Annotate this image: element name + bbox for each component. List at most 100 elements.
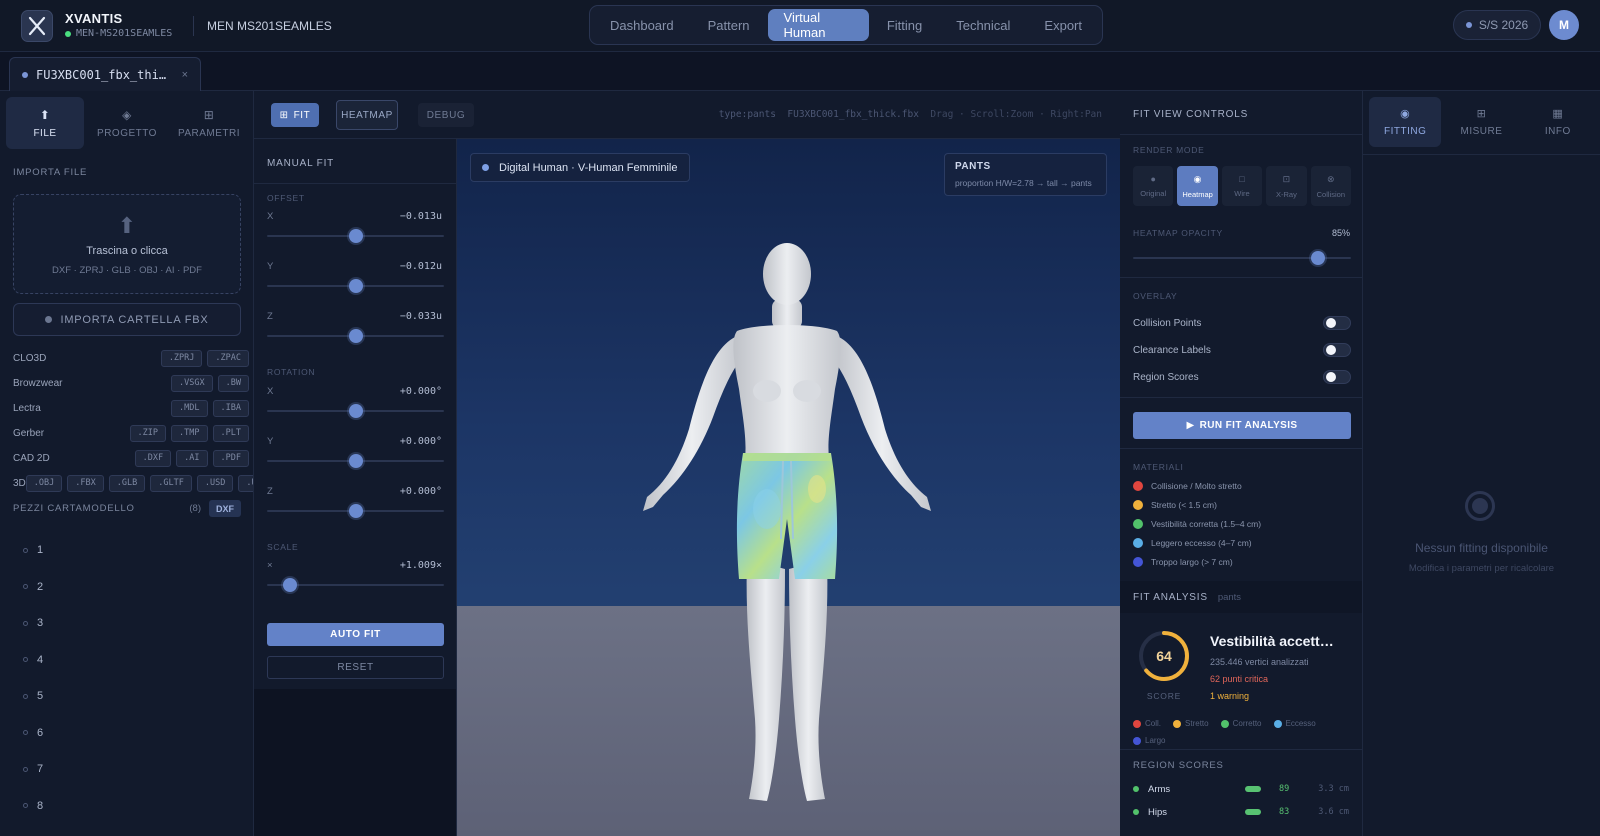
pattern-piece-item[interactable]: 3 <box>23 617 43 629</box>
slider-thumb[interactable] <box>1311 251 1326 265</box>
toolbar-info-hint: Drag · Scroll:Zoom · Right:Pan <box>930 109 1102 120</box>
format-badge[interactable]: .VSGX <box>171 374 213 392</box>
fit-legend-item: Eccesso <box>1273 719 1316 728</box>
tab-file[interactable]: ⬆ FILE <box>6 97 84 149</box>
pattern-piece-item[interactable]: 5 <box>23 690 43 702</box>
file-tab[interactable]: FU3XBC001_fbx_thi… × <box>9 57 201 91</box>
pattern-piece-item[interactable]: 6 <box>23 727 43 739</box>
nav-tab-virtual-human[interactable]: Virtual Human <box>767 9 869 41</box>
nav-tab-export[interactable]: Export <box>1028 9 1098 41</box>
scale-axis-value: +1.009× <box>399 560 442 571</box>
user-avatar[interactable]: M <box>1549 10 1579 40</box>
format-badge[interactable]: .GLTF <box>150 474 192 492</box>
auto-fit-button[interactable]: AUTO FIT <box>267 623 444 646</box>
region-score-bar <box>1245 809 1261 815</box>
format-badge[interactable]: .AI <box>176 449 208 467</box>
rotation-slider[interactable] <box>267 454 444 468</box>
render-mode-label: RENDER MODE <box>1133 145 1205 155</box>
pattern-piece-item[interactable]: 2 <box>23 581 43 593</box>
format-badge[interactable]: .DXF <box>134 449 172 467</box>
pattern-piece-item[interactable]: 1 <box>23 544 43 556</box>
render-mode-x-ray[interactable]: ⊡ X-Ray <box>1266 166 1307 206</box>
rotation-slider[interactable] <box>267 504 444 518</box>
side-panel-tabs: ◉ FITTING ⊞ MISURE ▦ INFO <box>1369 97 1594 147</box>
avatar-label: Digital Human · V-Human Femminile <box>470 153 690 182</box>
fit-mode-button[interactable]: ⊞ FIT <box>271 103 319 127</box>
pieces-dxf-badge[interactable]: DXF <box>209 500 241 517</box>
rotation-slider[interactable] <box>267 404 444 418</box>
format-badge[interactable]: .IBA <box>212 399 249 417</box>
tab-parametri[interactable]: ⊞ PARAMETRI <box>170 97 248 149</box>
format-badge[interactable]: .MDL <box>171 399 208 417</box>
offset-slider[interactable] <box>267 229 444 243</box>
overlay-toggle[interactable] <box>1323 316 1351 330</box>
region-clearance: 3.3 cm <box>1318 784 1349 794</box>
render-mode-icon: ⊗ <box>1327 173 1335 184</box>
tab-info[interactable]: ▦ INFO <box>1522 97 1594 147</box>
material-legend-item: Troppo largo (> 7 cm) <box>1133 557 1233 567</box>
tab-progetto[interactable]: ◈ PROGETTO <box>88 97 166 149</box>
legend-color-dot <box>1133 500 1143 510</box>
virtual-human-figure[interactable] <box>617 239 957 819</box>
nav-tab-technical[interactable]: Technical <box>940 9 1026 41</box>
slider-thumb[interactable] <box>348 404 363 418</box>
format-row: Gerber .ZIP .TMP .PLT <box>13 424 249 442</box>
format-badge[interactable]: .GLB <box>108 474 146 492</box>
slider-thumb[interactable] <box>348 279 363 293</box>
format-badge[interactable]: .BW <box>217 374 249 392</box>
material-legend-item: Vestibilità corretta (1.5–4 cm) <box>1133 519 1261 529</box>
slider-thumb[interactable] <box>348 504 363 518</box>
tab-fitting[interactable]: ◉ FITTING <box>1369 97 1442 147</box>
slider-thumb[interactable] <box>348 454 363 468</box>
format-badge[interactable]: .TMP <box>171 424 208 442</box>
format-badge[interactable]: .OBJ <box>25 474 63 492</box>
pattern-piece-item[interactable]: 8 <box>23 800 43 812</box>
format-badge[interactable]: .ZPRJ <box>160 349 203 367</box>
reset-button[interactable]: RESET <box>267 656 444 679</box>
empty-state-subtitle: Modifica i parametri per ricalcolare <box>1408 563 1555 574</box>
fitting-side-panel: ◉ FITTING ⊞ MISURE ▦ INFO Nessun fitting disp… <box>1363 91 1600 836</box>
slider-thumb[interactable] <box>348 329 363 343</box>
format-badge[interactable]: .USD <box>238 474 253 492</box>
pattern-piece-item[interactable]: 4 <box>23 654 43 666</box>
tab-misure[interactable]: ⊞ MISURE <box>1445 97 1517 147</box>
close-icon[interactable]: × <box>182 69 188 81</box>
format-badge[interactable]: .FBX <box>67 474 104 492</box>
overlay-row: Collision Points <box>1133 315 1351 331</box>
format-badge[interactable]: .PLT <box>212 424 249 442</box>
format-badge[interactable]: .ZPAC <box>207 349 249 367</box>
nav-tab-dashboard[interactable]: Dashboard <box>594 9 690 41</box>
pattern-piece-label: 7 <box>37 763 44 775</box>
scale-slider[interactable] <box>267 578 444 592</box>
format-badge[interactable]: .PDF <box>212 449 249 467</box>
pattern-piece-item[interactable]: 7 <box>23 763 43 775</box>
material-label: Troppo largo (> 7 cm) <box>1151 557 1233 567</box>
offset-slider[interactable] <box>267 329 444 343</box>
heatmap-button[interactable]: HEATMAP <box>336 100 398 130</box>
format-badge[interactable]: .USD <box>196 474 234 492</box>
render-mode-collision[interactable]: ⊗ Collision <box>1310 166 1352 206</box>
debug-button[interactable]: DEBUG <box>418 103 474 127</box>
file-dropzone[interactable]: ⬆ Trascina o clicca DXF · ZPRJ · GLB · O… <box>13 194 241 294</box>
import-fbx-folder-button[interactable]: IMPORTA CARTELLA FBX <box>13 303 241 336</box>
overlay-toggle[interactable] <box>1323 370 1351 384</box>
viewport-toolbar: ⊞ FIT HEATMAP DEBUG type:pants FU3XBC001… <box>254 91 1120 139</box>
heatmap-opacity-slider[interactable] <box>1133 251 1351 265</box>
format-badge[interactable]: .ZIP <box>129 424 167 442</box>
fit-legend-label: Stretto <box>1185 719 1209 728</box>
rotation-axis-value: +0.000° <box>399 386 442 397</box>
season-selector[interactable]: S/S 2026 <box>1453 10 1541 40</box>
file-tab-name: FU3XBC001_fbx_thi… <box>36 67 167 82</box>
overlay-toggle[interactable] <box>1323 343 1351 357</box>
nav-tab-pattern[interactable]: Pattern <box>692 9 766 41</box>
slider-thumb[interactable] <box>348 229 363 243</box>
nav-tab-fitting[interactable]: Fitting <box>871 9 938 41</box>
render-mode-original[interactable]: ● Original <box>1133 166 1174 206</box>
run-fit-analysis-button[interactable]: ▶ RUN FIT ANALYSIS <box>1133 412 1351 439</box>
render-mode-heatmap[interactable]: ◉ Heatmap <box>1177 166 1218 206</box>
offset-slider[interactable] <box>267 279 444 293</box>
render-mode-wire[interactable]: □ Wire <box>1221 166 1263 206</box>
app-logo[interactable] <box>21 10 53 42</box>
slider-thumb[interactable] <box>283 578 297 592</box>
3d-viewport[interactable]: Digital Human · V-Human Femminile PANTS … <box>457 139 1120 836</box>
